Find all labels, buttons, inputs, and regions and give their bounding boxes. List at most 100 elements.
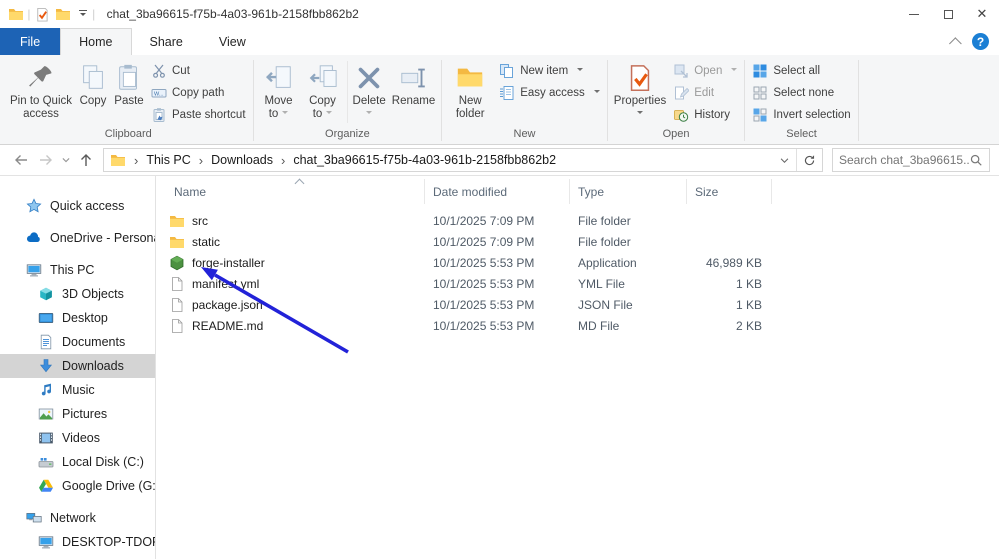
paste-button[interactable]: Paste [111,59,147,110]
address-dropdown-icon[interactable] [772,149,796,171]
help-icon[interactable]: ? [972,33,989,50]
rename-icon [399,61,429,93]
ribbon-group-new: New folder New item Easy access [442,57,607,144]
sidebar-item-3d-objects[interactable]: 3D Objects [0,282,155,306]
folder-icon [110,152,126,168]
properties-button[interactable]: Properties [611,59,669,119]
sidebar-item-downloads[interactable]: Downloads [0,354,155,378]
breadcrumb-separator: › [281,153,285,168]
sidebar-item-quick-access[interactable]: Quick access [0,194,155,218]
column-header-type[interactable]: Type [570,179,687,204]
recent-locations-icon[interactable] [59,148,73,172]
chevron-down-icon [282,111,288,117]
paste-shortcut-button[interactable]: Paste shortcut [147,104,250,125]
tab-file[interactable]: File [0,28,60,55]
file-row-src[interactable]: src 10/1/2025 7:09 PM File folder [166,210,999,231]
sidebar-item-label: This PC [50,263,94,277]
rename-button[interactable]: Rename [389,59,438,110]
window-controls: ✕ [897,0,999,28]
sidebar-item-network[interactable]: Network [0,506,155,530]
column-header-name[interactable]: Name [166,179,425,204]
sidebar-item-desktop[interactable]: Desktop [0,306,155,330]
invert-selection-button[interactable]: Invert selection [748,104,854,125]
copy-button[interactable]: Copy [75,59,111,110]
cut-button[interactable]: Cut [147,60,250,81]
breadcrumb-downloads[interactable]: Downloads [209,153,275,167]
sidebar-item-label: Music [62,383,95,397]
file-row-README.md[interactable]: README.md 10/1/2025 5:53 PM MD File 2 KB [166,315,999,336]
file-date-modified: 10/1/2025 5:53 PM [425,298,570,312]
breadcrumb-separator: › [134,153,138,168]
sidebar-item-desktop-tdofcaa[interactable]: DESKTOP-TDOFCAA [0,530,155,554]
delete-button[interactable]: Delete [350,59,389,119]
tab-home[interactable]: Home [60,28,131,55]
new-item-button[interactable]: New item [495,60,604,81]
file-date-modified: 10/1/2025 5:53 PM [425,277,570,291]
file-name: forge-installer [192,256,265,270]
file-row-forge-installer[interactable]: forge-installer 10/1/2025 5:53 PM Applic… [166,252,999,273]
minimize-button[interactable] [897,0,931,28]
tab-view[interactable]: View [201,28,264,55]
properties-qat-icon[interactable] [34,7,49,22]
file-row-static[interactable]: static 10/1/2025 7:09 PM File folder [166,231,999,252]
move-to-button[interactable]: Move to [257,59,301,123]
search-icon[interactable] [969,153,983,167]
sidebar-item-documents[interactable]: Documents [0,330,155,354]
select-all-button[interactable]: Select all [748,60,854,81]
group-separator [858,60,859,141]
edit-button[interactable]: Edit [669,82,741,103]
file-name-cell: forge-installer [166,255,425,271]
refresh-icon[interactable] [796,149,822,171]
open-button[interactable]: Open [669,60,741,81]
sidebar-item-this-pc[interactable]: This PC [0,258,155,282]
close-button[interactable]: ✕ [965,0,999,28]
back-button[interactable] [9,148,33,172]
pin-to-quick-access-button[interactable]: Pin to Quick access [7,59,75,123]
forward-button[interactable] [34,148,58,172]
group-label-clipboard: Clipboard [4,127,253,144]
up-button[interactable] [74,148,98,172]
new-folder-button[interactable]: New folder [445,59,495,123]
cut-icon [151,63,167,79]
sidebar-item-google-drive-g[interactable]: Google Drive (G:) [0,474,155,498]
address-bar[interactable]: › This PC › Downloads › chat_3ba96615-f7… [103,148,823,172]
delete-icon [354,61,384,93]
maximize-button[interactable] [931,0,965,28]
tab-share[interactable]: Share [132,28,201,55]
pin-icon [26,61,56,93]
breadcrumb-current-folder[interactable]: chat_3ba96615-f75b-4a03-961b-2158fbb862b… [291,153,558,167]
sidebar-item-pictures[interactable]: Pictures [0,402,155,426]
file-name-cell: package.json [166,297,425,313]
star-icon [26,198,42,214]
file-row-package.json[interactable]: package.json 10/1/2025 5:53 PM JSON File… [166,294,999,315]
file-name: README.md [192,319,263,333]
sidebar-item-local-disk-c[interactable]: Local Disk (C:) [0,450,155,474]
column-header-date-modified[interactable]: Date modified [425,179,570,204]
file-date-modified: 10/1/2025 5:53 PM [425,319,570,333]
search-input[interactable] [839,153,969,167]
file-row-manifest.yml[interactable]: manifest.yml 10/1/2025 5:53 PM YML File … [166,273,999,294]
inner-separator [347,61,348,123]
sidebar-item-music[interactable]: Music [0,378,155,402]
search-box [832,148,990,172]
select-none-button[interactable]: Select none [748,82,854,103]
ribbon-tab-bar: File Home Share View ? [0,28,999,55]
column-header-size[interactable]: Size [687,179,772,204]
new-folder-qat-icon[interactable] [55,6,71,22]
copy-path-button[interactable]: W... Copy path [147,82,250,103]
easy-access-button[interactable]: Easy access [495,82,604,103]
sidebar-item-onedrive[interactable]: OneDrive - Personal [0,226,155,250]
sidebar-item-label: Downloads [62,359,124,373]
paste-icon [114,61,144,93]
breadcrumb-this-pc[interactable]: This PC [144,153,192,167]
group-label-select: Select [745,127,857,144]
minimize-ribbon-icon[interactable] [949,37,962,50]
gdrive-icon [38,478,54,494]
history-button[interactable]: History [669,104,741,125]
file-type: JSON File [570,298,687,312]
copy-to-button[interactable]: Copy to [301,59,345,123]
copy-icon [78,61,108,93]
file-date-modified: 10/1/2025 7:09 PM [425,235,570,249]
customize-toolbar-icon[interactable] [77,8,89,21]
sidebar-item-videos[interactable]: Videos [0,426,155,450]
